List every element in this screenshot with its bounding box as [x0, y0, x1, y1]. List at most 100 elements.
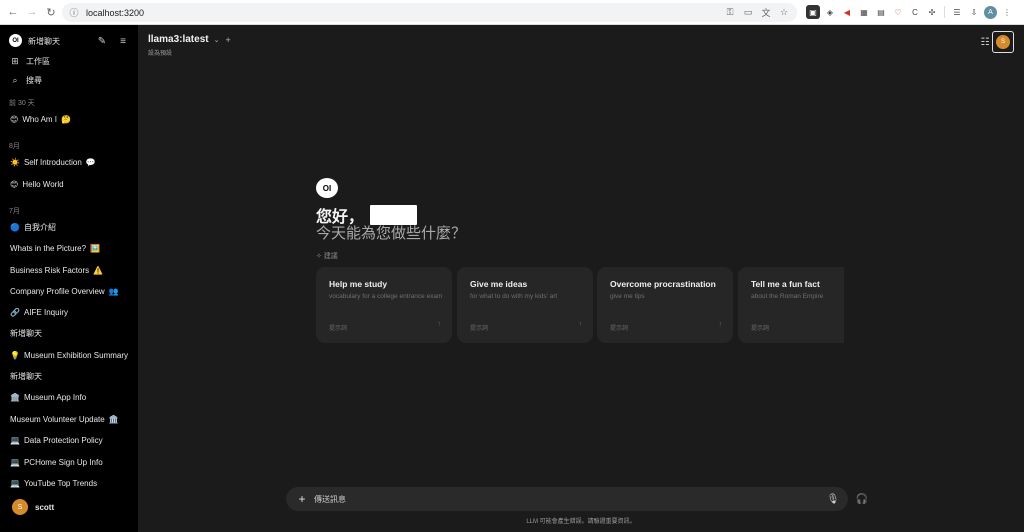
model-selector[interactable]: llama3:latest ⌄ +: [148, 34, 231, 45]
browser-toolbar: ← → ↻ ⓘ localhost:3200 ⚿ ▭ 文 ☆ ▣ ◈ ◀ ▦ ▤…: [0, 0, 1024, 25]
card-subtitle: for what to do with my kids' art: [470, 293, 558, 300]
sidebar-chat-item[interactable]: 🔗 AIFE Inquiry: [0, 304, 138, 320]
pocket-icon[interactable]: ♡: [891, 5, 905, 19]
emoji-icon: 🏛️: [108, 414, 119, 424]
sidebar-item-search[interactable]: ⌕ 搜尋: [0, 73, 138, 87]
emoji-icon: 💻: [10, 435, 20, 445]
grid-icon: ⊞: [11, 55, 19, 66]
suggestion-card[interactable]: Help me study vocabulary for a college e…: [316, 267, 452, 343]
new-chat-label[interactable]: 新增聊天: [28, 36, 60, 47]
emoji-icon: 💡: [10, 350, 20, 360]
address-bar-actions: ⚿ ▭ 文 ☆: [723, 5, 791, 19]
extensions-bar: ▣ ◈ ◀ ▦ ▤ ♡ C ✣ ☰ ⇩ A ⋮: [806, 5, 1014, 19]
suggestion-cards: Help me study vocabulary for a college e…: [316, 267, 844, 343]
sidebar-chat-item[interactable]: 😊 Hello World: [0, 176, 138, 192]
arrow-up-icon: ↑: [578, 321, 583, 328]
message-composer[interactable]: + 傳送訊息 🎙: [286, 487, 848, 511]
avatar: S: [12, 499, 28, 515]
card-title: Help me study: [329, 279, 388, 289]
sidebar-chat-item[interactable]: ☀️ Self Introduction 💬: [0, 154, 138, 170]
emoji-icon: 😊: [10, 114, 19, 124]
arrow-up-icon: ↑: [437, 321, 442, 328]
bookmark-star-icon[interactable]: ☆: [777, 5, 791, 19]
emoji-icon: 🔵: [10, 222, 20, 232]
chat-title: Museum Exhibition Summary: [23, 350, 129, 360]
message-input[interactable]: 傳送訊息: [314, 494, 346, 505]
puzzle-icon[interactable]: ✣: [925, 5, 939, 19]
set-default-link[interactable]: 設為預設: [148, 48, 172, 57]
chat-title: Hello World: [22, 179, 64, 189]
card-subtitle: about the Roman Empire: [751, 293, 824, 300]
extension-icon[interactable]: ▣: [806, 5, 820, 19]
user-menu[interactable]: S scott: [0, 495, 138, 519]
sidebar-item-label: 搜尋: [26, 75, 42, 85]
extension-icon[interactable]: ◈: [823, 5, 837, 19]
chat-title: Whats in the Picture?: [10, 243, 87, 253]
sidebar-chat-item[interactable]: 新增聊天: [0, 368, 138, 384]
extension-icon[interactable]: ▦: [857, 5, 871, 19]
chat-title: Data Protection Policy: [23, 435, 103, 445]
plus-icon[interactable]: +: [295, 492, 309, 506]
emoji-icon: 💻: [10, 457, 20, 467]
chat-title: Museum Volunteer Update: [10, 414, 105, 424]
sidebar-chat-item[interactable]: 💡 Museum Exhibition Summary: [0, 347, 138, 363]
extension-icon[interactable]: C: [908, 5, 922, 19]
sliders-icon[interactable]: ☷: [978, 35, 992, 49]
microphone-icon[interactable]: 🎙: [827, 492, 840, 506]
sidebar-chat-item[interactable]: 💻 Data Protection Policy: [0, 432, 138, 448]
card-title: Overcome procrastination: [610, 279, 716, 289]
browser-menu-icon[interactable]: ⋮: [1000, 5, 1014, 19]
cast-icon[interactable]: ▭: [741, 5, 755, 19]
menu-icon[interactable]: ≡: [117, 35, 129, 47]
emoji-icon: 🤔: [61, 114, 71, 124]
sidebar-chat-item[interactable]: Business Risk Factors ⚠️: [0, 262, 138, 278]
extension-icon[interactable]: ▤: [874, 5, 888, 19]
reload-icon[interactable]: ↻: [43, 4, 59, 20]
headphones-icon[interactable]: 🎧: [855, 492, 869, 506]
user-avatar-button[interactable]: S: [992, 31, 1014, 53]
search-icon: ⌕: [12, 74, 18, 85]
emoji-icon: 🔗: [10, 307, 20, 317]
extension-icon[interactable]: ◀: [840, 5, 854, 19]
reading-list-icon[interactable]: ☰: [950, 5, 964, 19]
chat-title: Company Profile Overview: [10, 286, 105, 296]
add-model-icon[interactable]: +: [225, 35, 230, 45]
chat-title: Who Am I: [22, 114, 58, 124]
emoji-icon: ⚠️: [93, 265, 104, 275]
url-text[interactable]: localhost:3200: [86, 8, 144, 18]
site-info-icon[interactable]: ⓘ: [68, 7, 80, 19]
sidebar-chat-item[interactable]: 💻 PCHome Sign Up Info: [0, 454, 138, 470]
toolbar-divider: [944, 6, 945, 18]
translate-icon[interactable]: 文: [759, 5, 773, 19]
sidebar-chat-item[interactable]: 😊 Who Am I 🤔: [0, 111, 138, 127]
download-icon[interactable]: ⇩: [967, 5, 981, 19]
app-logo-icon: OI: [316, 178, 338, 198]
profile-avatar-icon[interactable]: A: [984, 5, 997, 19]
forward-arrow-icon[interactable]: →: [24, 4, 40, 20]
sidebar-chat-item[interactable]: Whats in the Picture? 🖼️: [0, 240, 138, 256]
user-name: scott: [35, 502, 55, 512]
edit-icon[interactable]: ✎: [96, 35, 108, 47]
address-bar[interactable]: ⓘ localhost:3200 ⚿ ▭ 文 ☆: [62, 3, 797, 22]
suggestion-card[interactable]: Tell me a fun fact about the Roman Empir…: [738, 267, 844, 343]
emoji-icon: 💬: [85, 157, 96, 167]
sidebar-chat-item[interactable]: 新增聊天: [0, 325, 138, 341]
suggestion-card[interactable]: Give me ideas for what to do with my kid…: [457, 267, 593, 343]
chat-title: 新增聊天: [10, 371, 42, 381]
sidebar-chat-item[interactable]: 🔵 自我介紹: [0, 219, 138, 235]
sidebar-chat-item[interactable]: Museum Volunteer Update 🏛️: [0, 411, 138, 427]
emoji-icon: ☀️: [10, 157, 20, 167]
sidebar-item-workspace[interactable]: ⊞ 工作區: [0, 54, 138, 68]
sidebar-group-label: 7月: [9, 208, 20, 215]
back-arrow-icon[interactable]: ←: [5, 4, 21, 20]
suggestion-card[interactable]: Overcome procrastination give me tips 提示…: [597, 267, 733, 343]
card-prompt-label: 提示詞: [470, 326, 489, 332]
emoji-icon: 😊: [10, 179, 19, 189]
chat-title: AIFE Inquiry: [23, 307, 68, 317]
app-logo-icon[interactable]: OI: [9, 34, 22, 47]
sidebar-chat-item[interactable]: Company Profile Overview 👥: [0, 283, 138, 299]
sidebar-chat-item[interactable]: 💻 YouTube Top Trends: [0, 475, 138, 491]
password-key-icon[interactable]: ⚿: [723, 5, 737, 19]
chat-main: llama3:latest ⌄ + 設為預設 ☷ S OI 您好， 今天能為您做…: [138, 25, 1024, 532]
sidebar-chat-item[interactable]: 🏛️ Museum App Info: [0, 389, 138, 405]
